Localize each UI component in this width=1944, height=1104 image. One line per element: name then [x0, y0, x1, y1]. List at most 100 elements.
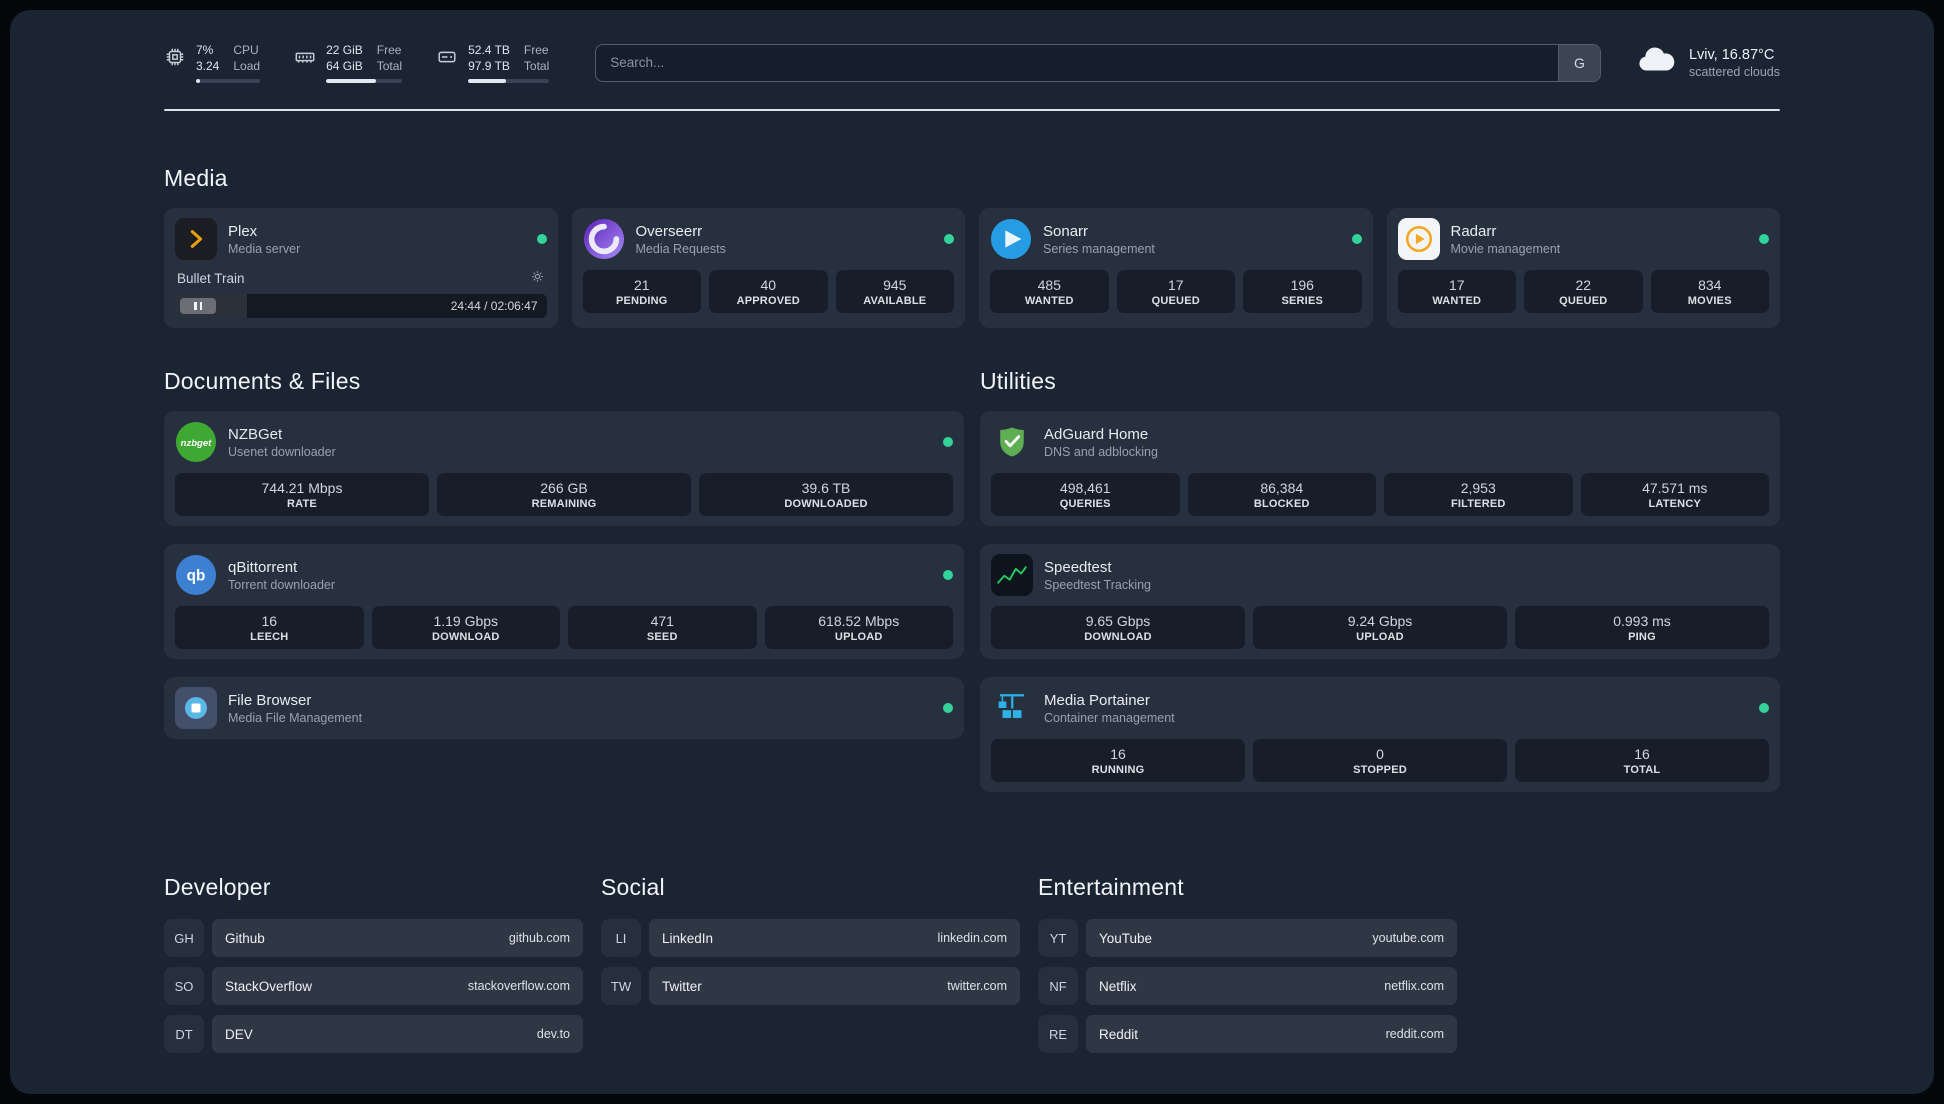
service-card-filebrowser[interactable]: File Browser Media File Management — [164, 677, 964, 740]
bookmark-name: Netflix — [1099, 978, 1137, 994]
stat-tile: 2,953 FILTERED — [1384, 473, 1573, 517]
filebrowser-icon — [175, 687, 217, 730]
stat-label: DOWNLOAD — [431, 631, 500, 644]
plex-icon — [175, 218, 217, 261]
bookmark-abbr: NF — [1038, 967, 1078, 1006]
gear-icon[interactable] — [530, 269, 545, 287]
sonarr-icon — [990, 218, 1032, 260]
stat-tile: 40 APPROVED — [709, 270, 828, 314]
service-card-radarr[interactable]: Radarr Movie management 17 WANTED 22 QUEUE… — [1386, 208, 1780, 329]
media-card-grid: Plex Media server Bullet Train 24:44 / 0… — [164, 208, 1780, 329]
service-card-plex[interactable]: Plex Media server Bullet Train 24:44 / 0… — [164, 208, 558, 329]
stat-value: 471 — [650, 613, 674, 630]
bookmark-dev[interactable]: DT DEV dev.to — [164, 1015, 583, 1054]
bookmark-url: linkedin.com — [937, 931, 1007, 946]
search-provider-button[interactable]: G — [1557, 44, 1600, 81]
bookmark-netflix[interactable]: NF Netflix netflix.com — [1038, 967, 1457, 1006]
nzbget-icon: nzbget — [175, 421, 217, 463]
service-desc: Speedtest Tracking — [1044, 577, 1152, 592]
stat-tile: 22 QUEUED — [1524, 270, 1643, 314]
service-card-portainer[interactable]: Media Portainer Container management 16 R… — [980, 677, 1780, 793]
search: G — [595, 43, 1601, 82]
bookmark-stackoverflow[interactable]: SO StackOverflow stackoverflow.com — [164, 967, 583, 1006]
bookmark-github[interactable]: GH Github github.com — [164, 919, 583, 958]
stat-label: LEECH — [250, 631, 289, 644]
memory-icon — [294, 46, 316, 73]
stat-value: 16 — [261, 613, 278, 630]
stat-label: PING — [1628, 631, 1656, 644]
cpu-widget: 7% 3.24 CPU Load — [164, 42, 261, 84]
disk-icon — [436, 46, 458, 73]
bookmark-abbr: SO — [164, 967, 204, 1006]
overseerr-icon — [583, 218, 625, 260]
stat-value: 1.19 Gbps — [433, 613, 499, 630]
bookmark-name: Twitter — [662, 978, 702, 994]
stat-label: UPLOAD — [1356, 631, 1404, 644]
bookmark-reddit[interactable]: RE Reddit reddit.com — [1038, 1015, 1457, 1054]
stat-value: 266 GB — [540, 480, 588, 497]
speedtest-icon — [991, 554, 1033, 597]
stat-tile: 16 TOTAL — [1515, 739, 1769, 783]
service-card-speedtest[interactable]: Speedtest Speedtest Tracking 9.65 Gbps DO… — [980, 544, 1780, 660]
bookmark-url: reddit.com — [1385, 1027, 1444, 1042]
stat-tile: 744.21 Mbps RATE — [175, 473, 429, 517]
stat-tile: 47.571 ms LATENCY — [1580, 473, 1769, 517]
bookmark-abbr: DT — [164, 1015, 204, 1054]
weather-condition: scattered clouds — [1688, 64, 1780, 79]
pause-button[interactable] — [180, 298, 216, 315]
bookmark-linkedin[interactable]: LI LinkedIn linkedin.com — [601, 919, 1020, 958]
stat-value: 40 — [760, 277, 777, 294]
service-card-nzbget[interactable]: nzbget NZBGet Usenet downloader 744.21 M… — [164, 411, 964, 527]
stat-label: STOPPED — [1353, 764, 1407, 777]
service-name: Sonarr — [1043, 222, 1089, 240]
bookmark-twitter[interactable]: TW Twitter twitter.com — [601, 967, 1020, 1006]
status-bar: 7% 3.24 CPU Load 22 GiB 64 GiB Free Total — [164, 42, 1780, 84]
stat-label: DOWNLOADED — [784, 498, 868, 511]
radarr-icon — [1397, 218, 1440, 261]
stat-value: 16 — [1110, 746, 1126, 763]
stat-value: 21 — [633, 277, 650, 294]
service-desc: Usenet downloader — [228, 444, 336, 459]
stat-label: WANTED — [1432, 295, 1482, 308]
disk-progress-bar — [468, 79, 550, 84]
cpu-label-2: Load — [233, 59, 261, 74]
service-desc: Media Requests — [635, 241, 726, 256]
bookmark-url: netflix.com — [1384, 979, 1444, 994]
disk-total: 97.9 TB — [468, 59, 510, 74]
stat-label: RUNNING — [1091, 764, 1145, 777]
stat-value: 17 — [1448, 277, 1465, 294]
service-desc: Media File Management — [228, 710, 363, 725]
documents-column: Documents & Files nzbget NZBGet Usenet d… — [164, 328, 964, 757]
stat-tile: 9.24 Gbps UPLOAD — [1253, 606, 1507, 650]
stat-label: QUERIES — [1059, 498, 1111, 511]
stat-tile: 16 LEECH — [175, 606, 364, 650]
service-card-overseerr[interactable]: Overseerr Media Requests 21 PENDING 40 APP… — [571, 208, 965, 329]
stat-tile: 0.993 ms PING — [1515, 606, 1769, 650]
service-desc: Torrent downloader — [228, 577, 336, 592]
section-title-entertainment: Entertainment — [1038, 874, 1184, 901]
section-title-developer: Developer — [164, 874, 271, 901]
stat-value: 834 — [1698, 277, 1722, 294]
stat-label: SERIES — [1281, 295, 1324, 308]
stat-value: 498,461 — [1059, 480, 1111, 497]
section-title-media: Media — [164, 165, 228, 192]
stat-label: MOVIES — [1687, 295, 1732, 308]
service-card-adguard[interactable]: AdGuard Home DNS and adblocking 498,461 Q… — [980, 411, 1780, 527]
stat-label: QUEUED — [1151, 295, 1200, 308]
service-card-sonarr[interactable]: Sonarr Series management 485 WANTED 17 QUE… — [979, 208, 1373, 329]
bookmark-youtube[interactable]: YT YouTube youtube.com — [1038, 919, 1457, 958]
service-desc: DNS and adblocking — [1044, 444, 1158, 459]
stat-value: 744.21 Mbps — [261, 480, 343, 497]
search-input[interactable] — [595, 43, 1601, 82]
service-card-qbittorrent[interactable]: qb qBittorrent Torrent downloader 16 LEEC… — [164, 544, 964, 660]
stat-tile: 17 QUEUED — [1116, 270, 1235, 314]
cpu-label-1: CPU — [233, 43, 259, 57]
stat-tile: 39.6 TB DOWNLOADED — [699, 473, 953, 517]
bookmark-url: twitter.com — [947, 979, 1007, 994]
stat-label: TOTAL — [1623, 764, 1661, 777]
cpu-loadavg: 3.24 — [196, 59, 220, 74]
stat-tile: 196 SERIES — [1243, 270, 1362, 314]
bookmark-abbr: YT — [1038, 919, 1078, 958]
bookmarks-area: Developer GH Github github.com SO StackOv… — [164, 818, 1780, 1063]
stat-value: 86,384 — [1260, 480, 1304, 497]
